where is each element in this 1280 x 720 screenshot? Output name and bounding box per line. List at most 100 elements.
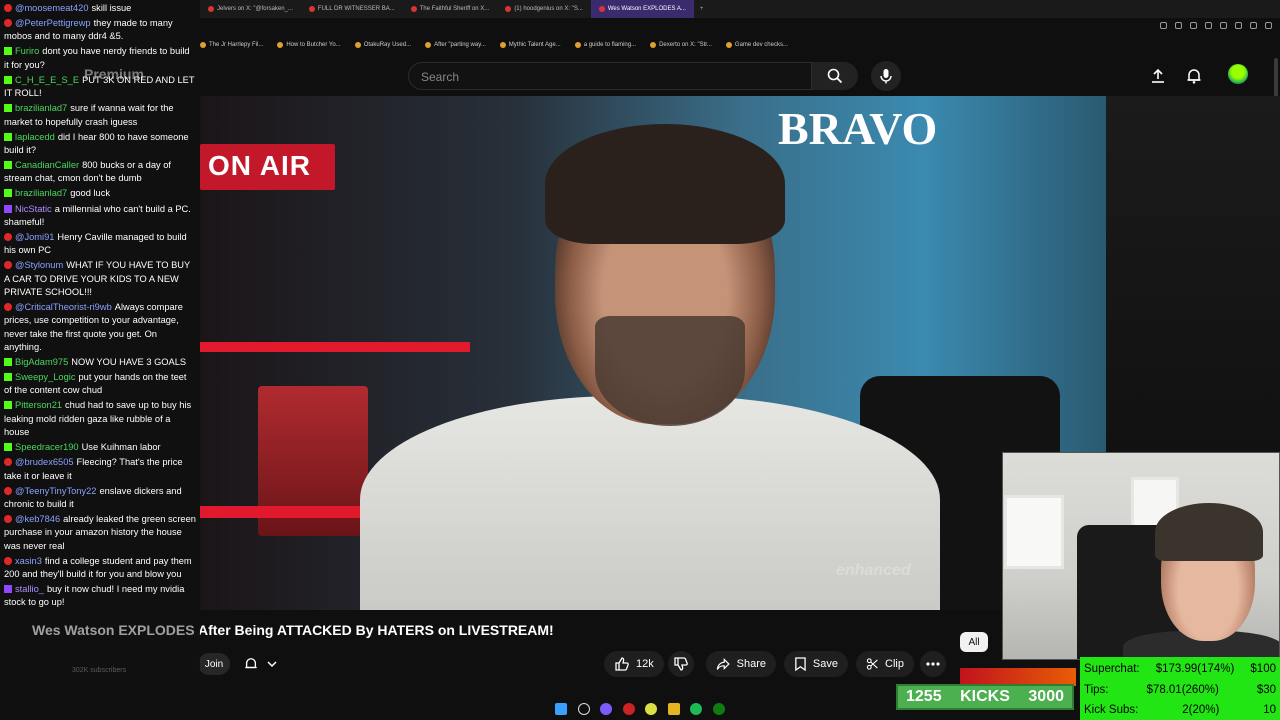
join-button[interactable]: Join	[198, 653, 230, 675]
chat-username[interactable]: Furiro	[15, 46, 39, 56]
extension-icon[interactable]	[1205, 22, 1212, 29]
browser-tab-strip: Jelvers on X: "@forsaken_... FULL DR WIT…	[200, 0, 1280, 18]
like-button[interactable]: 12k	[604, 651, 664, 677]
file-explorer-icon[interactable]	[667, 703, 680, 715]
chat-message: @PeterPettigrewp they made to many mobos …	[4, 17, 196, 44]
extension-icon[interactable]	[1265, 22, 1272, 29]
chat-username[interactable]: Pitterson21	[15, 400, 62, 410]
chat-username[interactable]: CanadianCaller	[15, 160, 79, 170]
chevron-down-icon	[267, 661, 277, 668]
twitch-badge-icon	[4, 204, 12, 213]
chat-message: @TeenyTinyTony22 enslave dickers and chro…	[4, 485, 196, 512]
like-count: 12k	[636, 658, 654, 670]
search-input[interactable]: Search	[408, 62, 812, 90]
search-taskbar-icon[interactable]	[577, 703, 590, 715]
chat-username[interactable]: xasin3	[15, 556, 42, 566]
bookmark-item[interactable]: The Jr Harrlepy Fil...	[200, 42, 263, 48]
upload-icon	[1152, 68, 1164, 83]
video-watermark: enhanced	[836, 562, 911, 579]
new-tab-button[interactable]: +	[694, 6, 710, 12]
chat-text: Use Kuihman labor	[81, 442, 161, 453]
chat-message: brazilianlad7 sure if wanna wait for the …	[4, 102, 196, 129]
save-button[interactable]: Save	[784, 651, 848, 677]
chat-username[interactable]: Speedracer190	[15, 442, 79, 452]
dislike-button[interactable]	[668, 651, 694, 677]
bookmark-item[interactable]: How to Butcher Yo...	[277, 42, 341, 48]
kick-badge-icon	[4, 373, 12, 382]
bookmark-label: OtakuRay Used...	[363, 42, 412, 48]
start-menu-icon[interactable]	[555, 703, 568, 715]
extension-icon[interactable]	[1175, 22, 1182, 29]
webcam-overlay	[1002, 452, 1280, 660]
browser-taskbar-icon[interactable]	[645, 703, 658, 715]
chat-username[interactable]: @Jomi91	[15, 232, 54, 242]
clip-button[interactable]: Clip	[856, 651, 914, 677]
bell-icon	[245, 658, 257, 669]
extension-icon[interactable]	[1235, 22, 1242, 29]
chat-username[interactable]: brazilianlad7	[15, 103, 67, 113]
chat-username[interactable]: @CriticalTheorist-ri9wb	[15, 302, 112, 312]
bravo-sign: BRAVO	[778, 103, 938, 154]
chat-username[interactable]: @moosemeat420	[15, 3, 89, 13]
screen: Jelvers on X: "@forsaken_... FULL DR WIT…	[0, 0, 1280, 720]
on-air-sign: ON AIR	[200, 144, 335, 190]
browser-tab[interactable]: (1) hoodgenius on X: "S...	[497, 0, 591, 18]
subscriber-count: 302K subscribers	[72, 667, 127, 674]
extension-icon[interactable]	[1160, 22, 1167, 29]
tab-label: The Faithful Sheriff on X...	[419, 6, 490, 12]
chat-username[interactable]: Sweepy_Logic	[15, 372, 75, 382]
kick-badge-icon	[4, 161, 12, 170]
bookmark-item[interactable]: a guide to flaming...	[574, 42, 636, 48]
chat-username[interactable]: C_H_E_E_S_E	[15, 75, 79, 85]
tab-label: Jelvers on X: "@forsaken_...	[217, 6, 293, 12]
stream-chat-overlay: @moosemeat420 skill issue @PeterPettigrewp…	[0, 0, 200, 720]
kicks-label: KICKS	[960, 688, 1010, 705]
bookmark-item[interactable]: Mythic Talent Age...	[499, 42, 561, 48]
xbox-taskbar-icon[interactable]	[712, 703, 725, 715]
youtube-badge-icon	[4, 261, 12, 270]
bookmark-item[interactable]: Game dev checks...	[725, 42, 788, 48]
kick-badge-icon	[4, 357, 12, 366]
extension-icon[interactable]	[1220, 22, 1227, 29]
more-actions-button[interactable]	[920, 651, 946, 677]
chat-username[interactable]: @brudex6505	[15, 457, 74, 467]
chat-username[interactable]: laplacedd	[15, 132, 55, 142]
kicks-goal: 3000	[1028, 688, 1064, 705]
kick-badge-icon	[4, 132, 12, 141]
youtube-badge-icon	[4, 458, 12, 467]
chat-username[interactable]: stallio_	[15, 584, 44, 594]
chat-username[interactable]: @keb7846	[15, 514, 60, 524]
browser-tab[interactable]: Jelvers on X: "@forsaken_...	[200, 0, 301, 18]
chat-username[interactable]: @PeterPettigrewp	[15, 18, 91, 28]
bookmark-item[interactable]: After "parting way...	[425, 42, 486, 48]
notifications-button[interactable]	[1184, 66, 1204, 86]
share-label: Share	[736, 658, 766, 670]
bookmark-item[interactable]: OtakuRay Used...	[354, 42, 412, 48]
chat-username[interactable]: BigAdam975	[15, 357, 68, 367]
chat-username[interactable]: @TeenyTinyTony22	[15, 486, 96, 496]
share-button[interactable]: Share	[706, 651, 776, 677]
create-button[interactable]	[1148, 66, 1168, 86]
bookmark-favicon-icon	[574, 42, 581, 48]
chat-username[interactable]: brazilianlad7	[15, 188, 67, 198]
discord-taskbar-icon[interactable]	[600, 703, 613, 715]
tab-label: FULL DR WITNESSER BA...	[317, 6, 395, 12]
search-button[interactable]	[812, 62, 858, 90]
app-taskbar-icon[interactable]	[622, 703, 635, 715]
extension-toolbar	[1160, 22, 1272, 29]
bookmark-item[interactable]: Dexerto on X: "Str...	[650, 42, 712, 48]
chat-username[interactable]: NicStatic	[15, 204, 52, 214]
account-avatar[interactable]	[1228, 64, 1248, 84]
browser-tab-active[interactable]: Wes Watson EXPLODES A...	[590, 0, 694, 18]
spotify-taskbar-icon[interactable]	[690, 703, 703, 715]
extension-icon[interactable]	[1250, 22, 1257, 29]
subscription-bell-button[interactable]	[244, 653, 292, 675]
chat-username[interactable]: @Stylonum	[15, 260, 63, 270]
video-player[interactable]: ON AIR BRAVO enhanced	[200, 96, 1106, 610]
filter-chip-all[interactable]: All	[960, 632, 988, 652]
browser-tab[interactable]: FULL DR WITNESSER BA...	[301, 0, 403, 18]
goal-row: Superchat: $173.99(174%) $100	[1084, 659, 1276, 680]
extension-icon[interactable]	[1190, 22, 1197, 29]
browser-tab[interactable]: The Faithful Sheriff on X...	[403, 0, 498, 18]
voice-search-button[interactable]	[871, 61, 901, 91]
